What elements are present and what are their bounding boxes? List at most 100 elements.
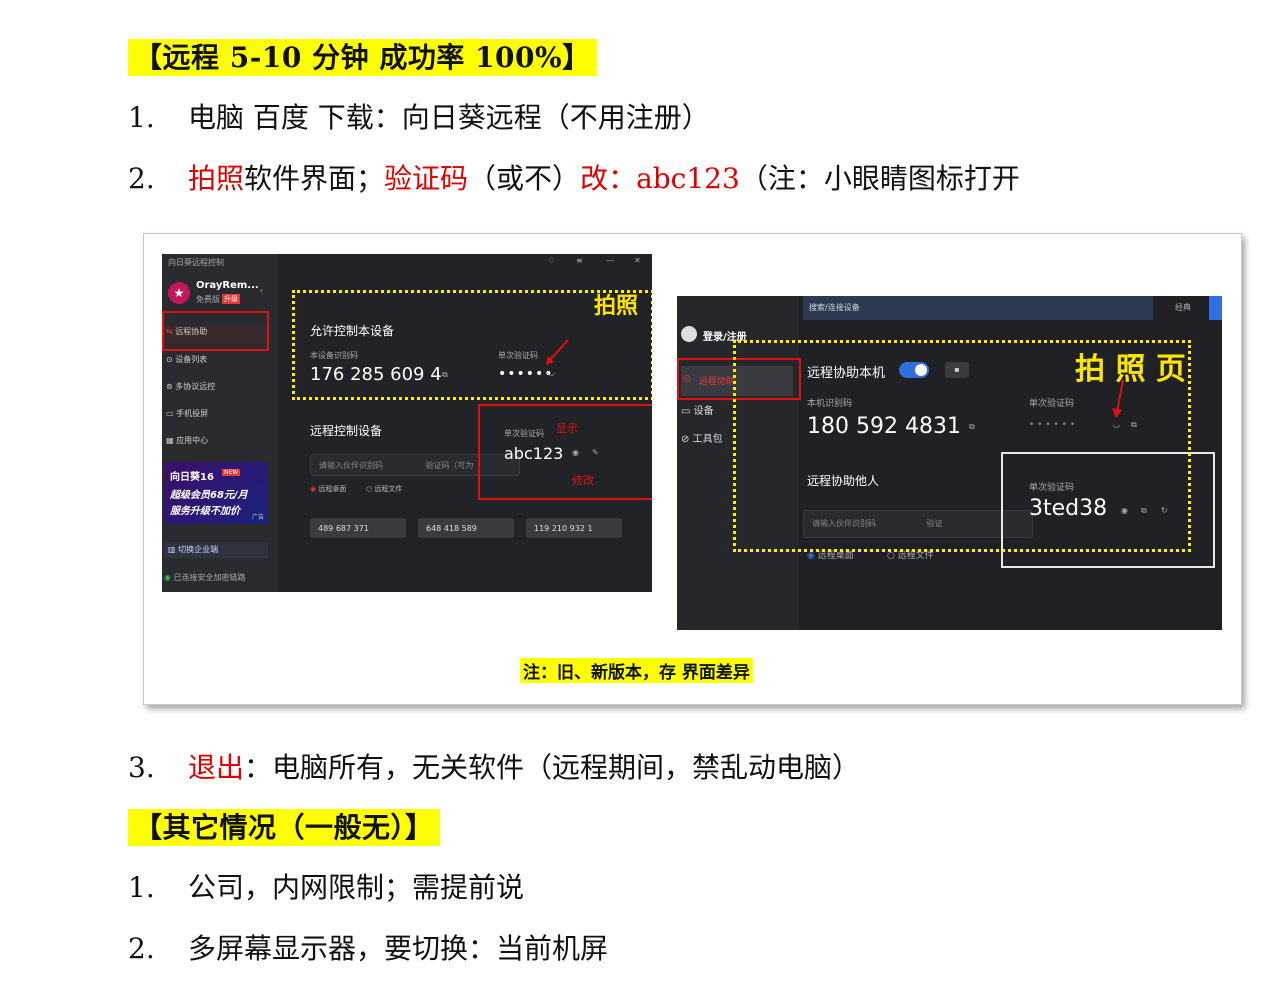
other-2: 2. 多屏幕显示器，要切换：当前机屏 bbox=[128, 929, 608, 969]
promo-line: 超级会员68元/月 bbox=[170, 490, 248, 501]
recent-device[interactable]: 648 418 589 bbox=[418, 518, 514, 538]
old-version-screenshot: 向日葵远程控制 ★ OrayRem... 免费版 升级 › ⇆ 远程协助 ⊙ 设… bbox=[162, 254, 652, 592]
step-number: 1. bbox=[128, 101, 155, 134]
sidebar-item-label: 设备列表 bbox=[175, 355, 208, 364]
recent-device[interactable]: 119 210 932 1 bbox=[526, 518, 622, 538]
search-input[interactable]: 搜索/连接设备 bbox=[803, 296, 1153, 320]
old-sidebar: 向日葵远程控制 ★ OrayRem... 免费版 升级 › ⇆ 远程协助 ⊙ 设… bbox=[162, 254, 278, 592]
radio-checked-icon: ◉ bbox=[310, 485, 317, 493]
promo-banner[interactable]: 向日葵16 NEW 超级会员68元/月 服务升级不加价 广告 bbox=[164, 462, 268, 524]
radio-unchecked-icon: ○ bbox=[366, 485, 373, 493]
sidebar-item-label: 多协议远控 bbox=[175, 382, 216, 391]
promo-line: 服务升级不加价 bbox=[170, 506, 240, 517]
eye-icon[interactable]: ◉ bbox=[572, 448, 579, 457]
section-header-remote: 【远程 5-10 分钟 成功率 100%】 bbox=[128, 38, 597, 78]
multi-protocol-icon: ⊚ bbox=[166, 382, 173, 391]
monitor-icon: ▭ bbox=[681, 406, 691, 417]
edit-icon[interactable]: ✎ bbox=[592, 448, 599, 457]
section-header-other: 【其它情况（一般无）】 bbox=[128, 808, 440, 848]
avatar[interactable]: ★ bbox=[168, 282, 190, 304]
devices-icon: ⊙ bbox=[166, 355, 173, 364]
step-1: 1. 电脑 百度 下载：向日葵远程（不用注册） bbox=[128, 98, 710, 138]
step-text: （或不） bbox=[468, 162, 581, 195]
tab-indicator[interactable] bbox=[1209, 296, 1222, 320]
step-number: 1. bbox=[128, 871, 155, 904]
modify-label: 修改 bbox=[572, 474, 594, 487]
radio-label: 远程文件 bbox=[897, 551, 934, 561]
step-text: 多屏幕显示器，要切换：当前机屏 bbox=[188, 932, 609, 965]
sidebar-item-screen-cast[interactable]: ▭ 手机投屏 bbox=[162, 408, 208, 419]
step-text: 电脑 百度 下载：向日葵远程（不用注册） bbox=[188, 101, 710, 134]
sidebar-item-label: 手机投屏 bbox=[176, 409, 209, 418]
promo-title: 向日葵16 bbox=[170, 472, 214, 483]
step-number: 2. bbox=[128, 162, 155, 195]
step-text: ：电脑所有，无关软件（远程期间，禁乱动电脑） bbox=[244, 751, 861, 784]
highlight-box-remote-assist bbox=[162, 311, 269, 351]
highlighted-title: 【远程 5-10 分钟 成功率 100%】 bbox=[128, 39, 597, 76]
user-tier: 免费版 bbox=[196, 295, 220, 304]
bell-icon[interactable]: ♢ bbox=[548, 256, 555, 265]
phone-icon: ▭ bbox=[166, 409, 174, 418]
avatar-icon[interactable] bbox=[681, 326, 697, 342]
other-1: 1. 公司，内网限制；需提前说 bbox=[128, 868, 524, 908]
chevron-right-icon: › bbox=[260, 286, 264, 295]
secure-label: 已连接安全加密链路 bbox=[173, 573, 246, 582]
step-keyword-change: 改：abc123 bbox=[580, 162, 740, 195]
user-name[interactable]: OrayRem... bbox=[196, 280, 259, 291]
step-text-note: （注： bbox=[739, 162, 824, 195]
remote-control-title: 远程控制设备 bbox=[310, 424, 383, 438]
radio-label: 远程文件 bbox=[374, 485, 403, 493]
sidebar-item-devices[interactable]: ▭ 设备 bbox=[681, 402, 714, 417]
close-icon[interactable]: ✕ bbox=[634, 256, 641, 265]
menu-icon[interactable]: ≡ bbox=[576, 256, 583, 265]
sidebar-item-label: 设备 bbox=[693, 406, 714, 417]
radio-label: 远程桌面 bbox=[318, 485, 347, 493]
app-title: 向日葵远程控制 bbox=[168, 258, 224, 267]
figure-caption: 注：旧、新版本，存 界面差异 bbox=[520, 658, 753, 683]
ad-tag: 广告 bbox=[252, 514, 265, 521]
step-keyword-photo: 拍照 bbox=[188, 162, 245, 195]
step-keyword-code: 验证码 bbox=[384, 162, 469, 195]
radio-remote-desktop[interactable]: ◉ 远程桌面 bbox=[310, 484, 346, 494]
show-label: 显示 bbox=[556, 422, 578, 435]
placeholder: 请输入伙伴识别码 bbox=[319, 461, 383, 470]
highlighted-title: 【其它情况（一般无）】 bbox=[128, 809, 440, 846]
new-badge: NEW bbox=[222, 469, 241, 476]
switch-enterprise-button[interactable]: ▥ 切换企业端 bbox=[164, 542, 268, 558]
radio-unchecked-icon: ○ bbox=[887, 551, 895, 561]
button-label: 切换企业端 bbox=[178, 545, 219, 554]
upgrade-badge[interactable]: 升级 bbox=[222, 294, 240, 304]
tab-classic[interactable]: 经典 bbox=[1175, 302, 1191, 313]
radio-remote-file[interactable]: ○ 远程文件 bbox=[366, 484, 402, 494]
building-icon: ▥ bbox=[168, 545, 176, 554]
recent-device[interactable]: 489 687 371 bbox=[310, 518, 406, 538]
code-value: abc123 bbox=[504, 444, 564, 463]
step-3: 3. 退出：电脑所有，无关软件（远程期间，禁乱动电脑） bbox=[128, 748, 860, 788]
placeholder: 验证码（可为 bbox=[425, 461, 474, 470]
step-text: 小眼睛图标打开 bbox=[823, 162, 1020, 195]
new-version-screenshot: 登录/注册 ◎ 远程协助 ▭ 设备 ⊘ 工具包 搜索/连接设备 经典 远程协助本… bbox=[677, 296, 1222, 630]
code-label: 单次验证码 bbox=[504, 429, 544, 438]
sidebar-item-devices[interactable]: ⊙ 设备列表 bbox=[162, 354, 207, 365]
secure-status: ◉ 已连接安全加密链路 bbox=[164, 572, 246, 583]
sidebar-item-multi-protocol[interactable]: ⊚ 多协议远控 bbox=[162, 381, 215, 392]
step-2: 2. 拍照软件界面；验证码（或不）改：abc123（注：小眼睛图标打开 bbox=[128, 159, 1020, 199]
step-number: 2. bbox=[128, 932, 155, 965]
sidebar-item-toolkit[interactable]: ⊘ 工具包 bbox=[681, 430, 723, 445]
photo-label: 拍 照 页 bbox=[1075, 352, 1186, 387]
screenshot-figure: 向日葵远程控制 ★ OrayRem... 免费版 升级 › ⇆ 远程协助 ⊙ 设… bbox=[143, 233, 1242, 705]
step-number: 3. bbox=[128, 751, 155, 784]
radio-checked-icon: ◉ bbox=[807, 551, 815, 561]
sidebar-item-label: 应用中心 bbox=[176, 436, 209, 445]
radio-label: 远程桌面 bbox=[817, 551, 854, 561]
minimize-icon[interactable]: — bbox=[606, 256, 614, 265]
compass-icon: ⊘ bbox=[681, 434, 690, 445]
sidebar-item-label: 工具包 bbox=[692, 434, 723, 445]
photo-label: 拍照 bbox=[594, 294, 639, 319]
step-keyword-exit: 退出 bbox=[188, 751, 245, 784]
shield-icon: ◉ bbox=[164, 573, 171, 582]
step-text: 软件界面； bbox=[244, 162, 385, 195]
step-text: 公司，内网限制；需提前说 bbox=[188, 871, 525, 904]
sidebar-item-app-center[interactable]: ▦ 应用中心 bbox=[162, 435, 208, 446]
grid-icon: ▦ bbox=[166, 436, 174, 445]
